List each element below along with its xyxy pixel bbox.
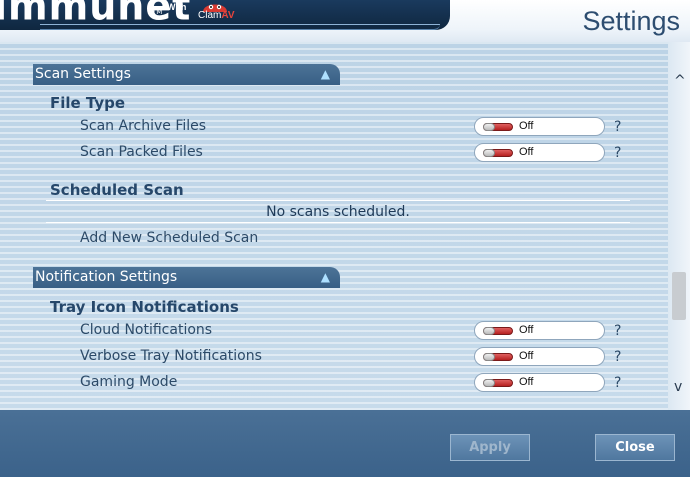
section-header-notification-settings[interactable]: Notification Settings ▲ <box>33 267 340 288</box>
group-title-scheduled-scan: Scheduled Scan <box>50 181 184 199</box>
apply-button[interactable]: Apply <box>450 434 530 461</box>
setting-label-scan-archive-files: Scan Archive Files <box>80 118 207 134</box>
group-title-file-type: File Type <box>50 94 126 112</box>
setting-label-gaming-mode: Gaming Mode <box>80 374 178 390</box>
divider <box>46 222 630 223</box>
toggle-scan-packed-files[interactable]: Off <box>474 143 605 162</box>
chevron-down-icon[interactable]: v <box>674 380 682 394</box>
chevron-up-icon[interactable]: ^ <box>674 74 686 88</box>
with-label: With <box>167 2 187 12</box>
toggle-switch-icon <box>483 353 513 361</box>
setting-label-scan-packed-files: Scan Packed Files <box>80 144 203 160</box>
question-mark-icon[interactable]: ? <box>614 323 621 339</box>
toggle-state: Off <box>519 146 534 158</box>
toggle-cloud-notifications[interactable]: Off <box>474 321 605 340</box>
add-scheduled-scan-link[interactable]: Add New Scheduled Scan <box>80 230 258 246</box>
settings-panel: Scan Settings ▲ File Type Scan Archive F… <box>0 42 668 410</box>
toggle-gaming-mode[interactable]: Off <box>474 373 605 392</box>
setting-label-verbose-tray-notifications: Verbose Tray Notifications <box>80 348 262 364</box>
scroll-thumb[interactable] <box>672 272 686 320</box>
toggle-state: Off <box>519 120 534 132</box>
question-mark-icon[interactable]: ? <box>614 375 621 391</box>
triangle-up-icon[interactable]: ▲ <box>321 267 330 288</box>
clamav-wordmark: ClamAV <box>198 10 235 21</box>
header: immunet TM With ClamAV Settings <box>0 0 690 42</box>
vertical-scrollbar[interactable]: ^ v <box>668 42 690 410</box>
empty-schedule-message: No scans scheduled. <box>266 204 410 220</box>
setting-label-cloud-notifications: Cloud Notifications <box>80 322 213 338</box>
question-mark-icon[interactable]: ? <box>614 119 621 135</box>
toggle-state: Off <box>519 350 534 362</box>
footer: Apply Close <box>0 410 690 477</box>
question-mark-icon[interactable]: ? <box>614 349 621 365</box>
section-header-scan-settings[interactable]: Scan Settings ▲ <box>33 64 340 85</box>
divider <box>46 200 630 201</box>
section-title: Notification Settings <box>35 269 178 285</box>
toggle-switch-icon <box>483 123 513 131</box>
toggle-switch-icon <box>483 327 513 335</box>
toggle-state: Off <box>519 376 534 388</box>
immunet-logo: immunet <box>0 0 192 30</box>
toggle-switch-icon <box>483 149 513 157</box>
page-title: Settings <box>582 6 680 36</box>
group-title-tray-icon-notifications: Tray Icon Notifications <box>50 298 239 316</box>
toggle-verbose-tray-notifications[interactable]: Off <box>474 347 605 366</box>
toggle-state: Off <box>519 324 534 336</box>
toggle-switch-icon <box>483 379 513 387</box>
section-title: Scan Settings <box>35 66 131 82</box>
brand-bar: immunet TM With ClamAV <box>0 0 450 30</box>
question-mark-icon[interactable]: ? <box>614 145 621 161</box>
close-button[interactable]: Close <box>595 434 675 461</box>
toggle-scan-archive-files[interactable]: Off <box>474 117 605 136</box>
triangle-up-icon[interactable]: ▲ <box>321 64 330 85</box>
trademark: TM <box>152 8 163 16</box>
